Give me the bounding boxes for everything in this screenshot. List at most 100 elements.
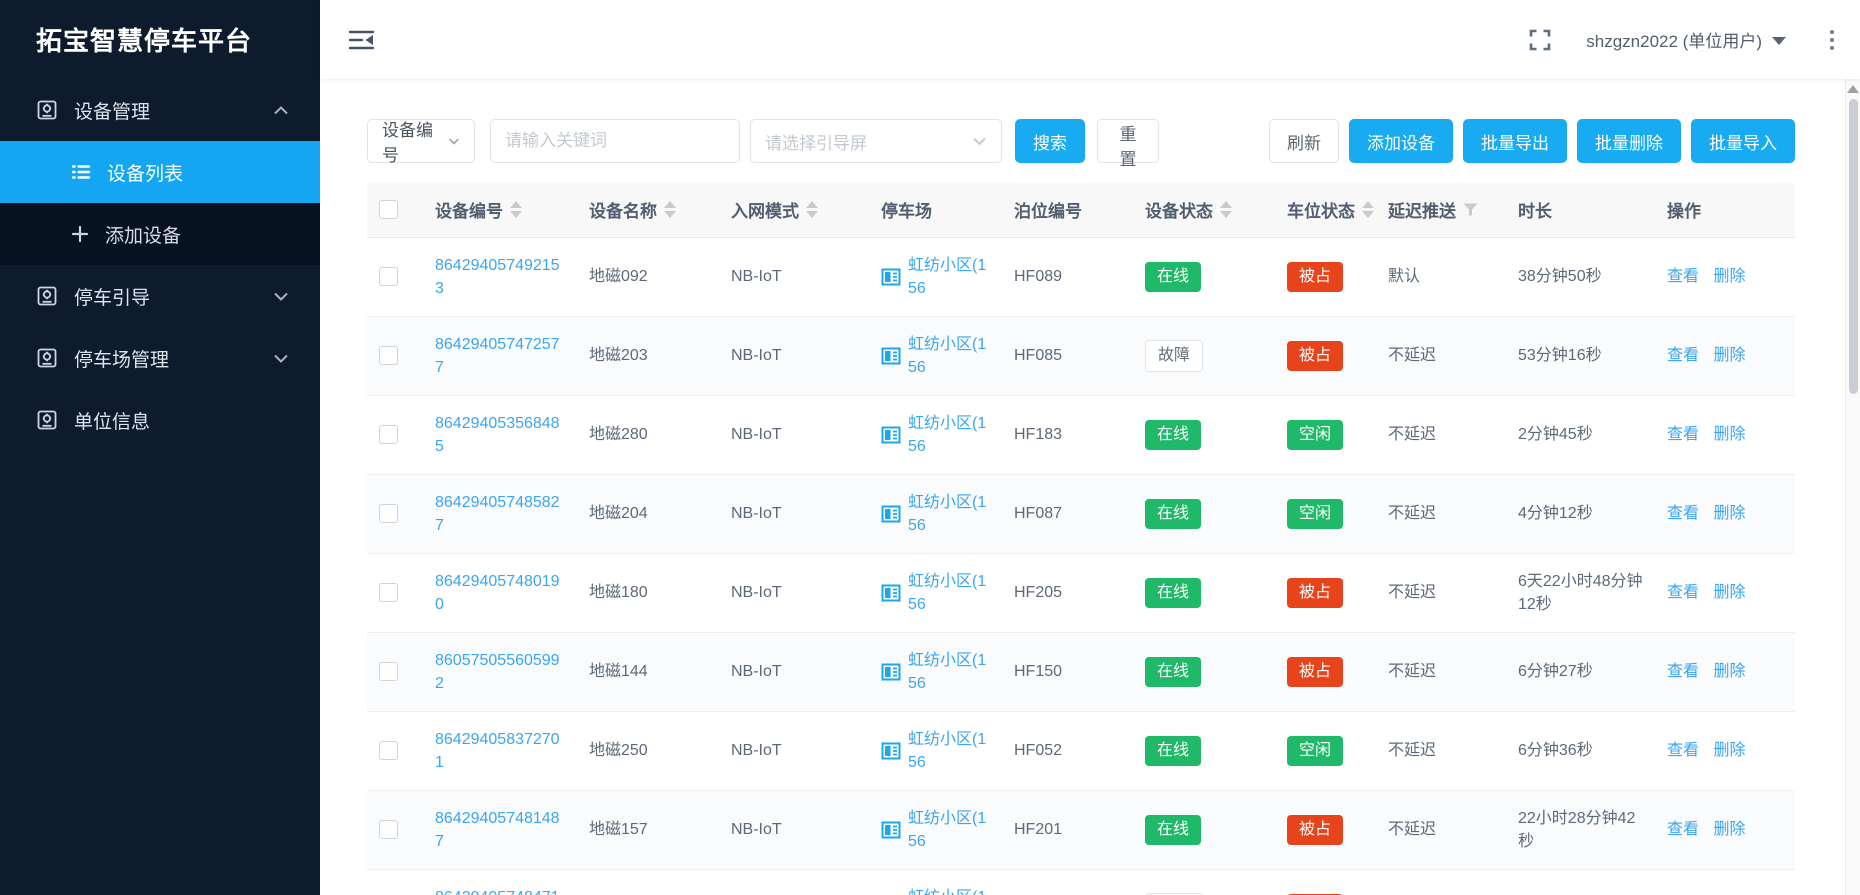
view-link[interactable]: 查看 — [1667, 426, 1699, 443]
view-link[interactable]: 查看 — [1667, 584, 1699, 601]
parking-lot-link[interactable]: 虹纺小区(156 — [908, 728, 990, 774]
select-all-checkbox[interactable] — [379, 200, 398, 219]
device-name: 地磁157 — [577, 790, 719, 869]
sort-caret-icon[interactable] — [664, 201, 676, 218]
delete-link[interactable]: 删除 — [1713, 742, 1745, 759]
device-id-link[interactable]: 864294057492153 — [435, 257, 560, 297]
column-header: 停车场 — [881, 202, 932, 221]
view-link[interactable]: 查看 — [1667, 663, 1699, 680]
plus-icon — [70, 224, 90, 244]
delete-link[interactable]: 删除 — [1713, 584, 1745, 601]
list-icon — [70, 161, 92, 183]
sidebar-item-label: 停车引导 — [74, 283, 272, 310]
search-button[interactable]: 搜索 — [1015, 119, 1085, 163]
column-header: 操作 — [1667, 202, 1701, 221]
vertical-scrollbar[interactable] — [1845, 79, 1860, 895]
row-checkbox[interactable] — [379, 504, 398, 523]
view-link[interactable]: 查看 — [1667, 742, 1699, 759]
funnel-icon[interactable] — [1463, 203, 1478, 216]
delete-link[interactable]: 删除 — [1713, 268, 1745, 285]
device-id-link[interactable]: 864294053568485 — [435, 415, 560, 455]
delay-push: 不延迟 — [1376, 869, 1506, 895]
berth-number: HF087 — [1002, 474, 1133, 553]
sort-caret-icon[interactable] — [1220, 201, 1232, 218]
row-checkbox[interactable] — [379, 346, 398, 365]
sidebar-item-add-device[interactable]: 添加设备 — [0, 203, 320, 265]
sidebar-item-label: 添加设备 — [105, 221, 181, 248]
device-id-link[interactable]: 864294057480190 — [435, 573, 560, 613]
slot-status-badge: 空闲 — [1287, 736, 1343, 766]
view-link[interactable]: 查看 — [1667, 347, 1699, 364]
device-id-link[interactable]: 860575055605992 — [435, 652, 560, 692]
menu-fold-icon[interactable] — [348, 28, 375, 52]
table-row: 860575055605992 地磁144 NB-IoT 虹纺小区(156 HF… — [367, 632, 1795, 711]
parking-lot-link[interactable]: 虹纺小区(156 — [908, 333, 990, 379]
sort-caret-icon[interactable] — [806, 201, 818, 218]
parking-lot-link[interactable]: 虹纺小区(156 — [908, 807, 990, 853]
parking-lot-link[interactable]: 虹纺小区(156 — [908, 570, 990, 616]
sidebar-item-parking-guidance[interactable]: 停车引导 — [0, 265, 320, 327]
table-row: 864294057484713 地磁116 NB-IoT 虹纺小区(156 HF… — [367, 869, 1795, 895]
delete-link[interactable]: 删除 — [1713, 821, 1745, 838]
batch-import-button[interactable]: 批量导入 — [1691, 119, 1795, 163]
row-checkbox[interactable] — [379, 583, 398, 602]
row-checkbox[interactable] — [379, 662, 398, 681]
berth-number: HF085 — [1002, 316, 1133, 395]
refresh-button[interactable]: 刷新 — [1269, 119, 1339, 163]
device-table: 设备编号 设备名称 入网模式 停车场 泊位编号 设备状态 车位状态 延迟推送 时… — [367, 183, 1795, 895]
chevron-down-icon — [972, 137, 987, 146]
keyword-input[interactable] — [490, 119, 740, 163]
sidebar-item-device-management[interactable]: 设备管理 — [0, 79, 320, 141]
sidebar-item-device-list[interactable]: 设备列表 — [0, 141, 320, 203]
device-id-link[interactable]: 864294057485827 — [435, 494, 560, 534]
user-menu[interactable]: shzgzn2022 (单位用户) — [1586, 27, 1786, 52]
scroll-up-arrow-icon[interactable] — [1847, 85, 1859, 93]
table-row: 864294057480190 地磁180 NB-IoT 虹纺小区(156 HF… — [367, 553, 1795, 632]
row-checkbox[interactable] — [379, 425, 398, 444]
row-checkbox[interactable] — [379, 741, 398, 760]
parking-lot-link[interactable]: 虹纺小区(156 — [908, 491, 990, 537]
search-field-select[interactable]: 设备编号 — [367, 119, 475, 163]
duration: 38分钟50秒 — [1506, 237, 1655, 316]
device-id-link[interactable]: 864294057481487 — [435, 810, 560, 850]
delete-link[interactable]: 删除 — [1713, 663, 1745, 680]
reset-button[interactable]: 重置 — [1097, 119, 1159, 163]
device-status-badge: 在线 — [1145, 262, 1201, 292]
sort-caret-icon[interactable] — [510, 201, 522, 218]
batch-delete-button[interactable]: 批量删除 — [1577, 119, 1681, 163]
vertical-scrollbar-thumb[interactable] — [1849, 99, 1858, 394]
device-id-link[interactable]: 864294057472577 — [435, 336, 560, 376]
parking-lot-link[interactable]: 虹纺小区(156 — [908, 412, 990, 458]
module-gear-icon — [36, 409, 58, 431]
delay-push: 不延迟 — [1376, 316, 1506, 395]
row-checkbox[interactable] — [379, 267, 398, 286]
table-header-row: 设备编号 设备名称 入网模式 停车场 泊位编号 设备状态 车位状态 延迟推送 时… — [367, 183, 1795, 237]
sidebar-item-unit-info[interactable]: 单位信息 — [0, 389, 320, 451]
content: 设备编号 请选择引导屏 搜索 重置 刷新 添加设备 批量导出 批量删除 批量导入 — [320, 79, 1795, 895]
view-link[interactable]: 查看 — [1667, 268, 1699, 285]
sidebar-item-parking-lot-management[interactable]: 停车场管理 — [0, 327, 320, 389]
add-device-button[interactable]: 添加设备 — [1349, 119, 1453, 163]
search-field-value: 设备编号 — [382, 116, 436, 166]
sort-caret-icon[interactable] — [1362, 201, 1374, 218]
parking-lot-link[interactable]: 虹纺小区(156 — [908, 649, 990, 695]
kebab-menu-icon[interactable] — [1826, 26, 1838, 54]
parking-screen-icon — [881, 741, 901, 761]
duration: 6天22小时48分钟12秒 — [1506, 553, 1655, 632]
parking-lot-link[interactable]: 虹纺小区(156 — [908, 254, 990, 300]
delete-link[interactable]: 删除 — [1713, 347, 1745, 364]
batch-export-button[interactable]: 批量导出 — [1463, 119, 1567, 163]
parking-lot-link[interactable]: 虹纺小区(156 — [908, 886, 990, 895]
table-row: 864294057472577 地磁203 NB-IoT 虹纺小区(156 HF… — [367, 316, 1795, 395]
parking-screen-icon — [881, 583, 901, 603]
fullscreen-icon[interactable] — [1528, 28, 1552, 52]
app-title: 拓宝智慧停车平台 — [0, 0, 320, 79]
guide-screen-select[interactable]: 请选择引导屏 — [750, 119, 1002, 163]
view-link[interactable]: 查看 — [1667, 505, 1699, 522]
delete-link[interactable]: 删除 — [1713, 426, 1745, 443]
delete-link[interactable]: 删除 — [1713, 505, 1745, 522]
device-id-link[interactable]: 864294058372701 — [435, 731, 560, 771]
device-id-link[interactable]: 864294057484713 — [435, 889, 560, 895]
row-checkbox[interactable] — [379, 820, 398, 839]
view-link[interactable]: 查看 — [1667, 821, 1699, 838]
